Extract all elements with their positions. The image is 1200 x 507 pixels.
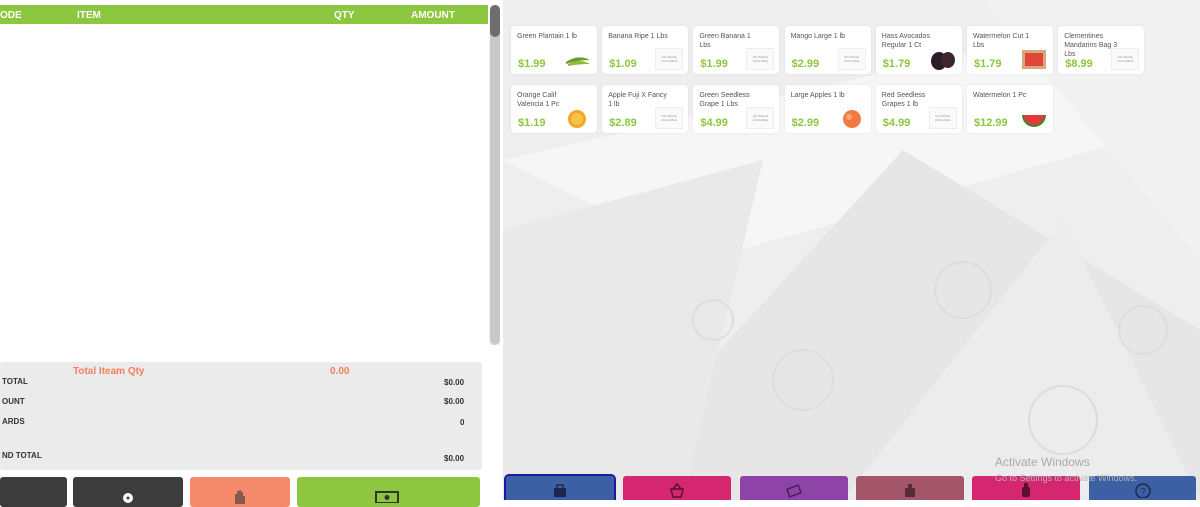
product-price: $1.79 bbox=[974, 58, 1002, 70]
product-name: Mango Large 1 lb bbox=[790, 33, 846, 40]
svg-text:?: ? bbox=[1140, 487, 1145, 497]
product-price: $2.99 bbox=[791, 117, 820, 129]
subtotal-value: $0.00 bbox=[444, 378, 465, 387]
scale-icon bbox=[902, 482, 918, 500]
hold-button[interactable] bbox=[190, 477, 290, 507]
activate-windows-subtitle: Go to Settings to activate Windows. bbox=[995, 473, 1138, 483]
product-card[interactable]: Hass Avocados Regular 1 Ct $1.79 bbox=[875, 26, 962, 74]
background-pattern bbox=[503, 0, 1200, 500]
product-price: $4.99 bbox=[882, 117, 911, 129]
product-card[interactable]: Clementines Mandarins Bag 3 Lbs $8.99 NO I… bbox=[1058, 26, 1145, 74]
col-amount: AMOUNT bbox=[411, 10, 455, 21]
product-price: $1.79 bbox=[882, 58, 911, 70]
product-card[interactable]: Green Seedless Grape 1 Lbs $4.99 NO IMAGE … bbox=[693, 85, 780, 133]
product-card[interactable]: Banana Ripe 1 Lbs $1.09 NO IMAGE AVAILABLE bbox=[602, 26, 689, 74]
product-price: $1.19 bbox=[518, 117, 546, 129]
discount-value: $0.00 bbox=[444, 397, 465, 406]
product-price: $2.89 bbox=[609, 117, 637, 129]
product-image bbox=[564, 48, 592, 70]
product-panel: Green Plantain 1 lb $1.99 Banana Ripe 1 Lb… bbox=[503, 0, 1200, 500]
product-price: $12.99 bbox=[974, 117, 1008, 129]
cards-value: 0 bbox=[460, 418, 465, 427]
order-list bbox=[0, 24, 488, 360]
product-image bbox=[838, 107, 866, 129]
col-item: ITEM bbox=[77, 10, 101, 21]
no-image-placeholder: NO IMAGE AVAILABLE bbox=[1111, 48, 1140, 70]
activate-windows-title: Activate Windows bbox=[995, 455, 1090, 469]
product-name: Green Plantain 1 lb bbox=[517, 33, 577, 40]
scrollbar-thumb[interactable] bbox=[490, 5, 500, 37]
product-price: $1.99 bbox=[518, 58, 546, 70]
tag-button[interactable] bbox=[73, 477, 183, 507]
product-price: $1.99 bbox=[700, 58, 728, 70]
product-name: Watermelon 1 Pc bbox=[973, 92, 1027, 99]
coupon-nav-button[interactable] bbox=[740, 476, 848, 500]
bag-nav-button[interactable] bbox=[504, 474, 616, 500]
product-card[interactable]: Mango Large 1 lb $2.99 NO IMAGE AVAILABLE bbox=[784, 26, 871, 74]
subtotal-label: TOTAL bbox=[2, 377, 28, 386]
grand-total-value: $0.00 bbox=[444, 454, 465, 463]
product-image bbox=[929, 48, 957, 70]
product-image bbox=[1020, 48, 1048, 70]
scrollbar[interactable] bbox=[490, 5, 500, 345]
dark-button[interactable] bbox=[0, 477, 67, 507]
pay-button[interactable] bbox=[297, 477, 480, 507]
product-image bbox=[1020, 107, 1048, 129]
product-price: $2.99 bbox=[791, 58, 820, 70]
product-card[interactable]: Watermelon Cut 1 Lbs $1.79 bbox=[967, 26, 1053, 74]
no-image-placeholder: NO IMAGE AVAILABLE bbox=[746, 107, 775, 129]
order-panel: ODE ITEM QTY AMOUNT Total Iteam Qty 0.00… bbox=[0, 0, 503, 507]
product-card[interactable]: Red Seedless Grapes 1 lb $4.99 NO IMAGE AV… bbox=[875, 85, 962, 133]
no-image-placeholder: NO IMAGE AVAILABLE bbox=[837, 48, 866, 70]
product-price: $8.99 bbox=[1065, 58, 1093, 70]
no-image-placeholder: NO IMAGE AVAILABLE bbox=[928, 107, 957, 129]
discount-label: OUNT bbox=[2, 397, 25, 406]
help-icon: ? bbox=[1135, 482, 1151, 500]
product-card[interactable]: Green Plantain 1 lb $1.99 bbox=[511, 26, 597, 74]
product-card[interactable]: Apple Fuji X Fancy 1 lb $2.89 NO IMAGE AVA… bbox=[602, 85, 689, 133]
product-card[interactable]: Green Banana 1 Lbs $1.99 NO IMAGE AVAILABL… bbox=[693, 26, 780, 74]
scale-nav-button[interactable] bbox=[856, 476, 964, 500]
totals-box: Total Iteam Qty 0.00 TOTAL $0.00 OUNT $0… bbox=[0, 362, 482, 470]
tag-icon bbox=[123, 493, 133, 503]
basket-icon bbox=[669, 482, 685, 500]
product-card[interactable]: Orange Calif Valencia 1 Pc $1.19 bbox=[511, 85, 597, 133]
no-image-placeholder: NO IMAGE AVAILABLE bbox=[655, 48, 684, 70]
order-table-header: ODE ITEM QTY AMOUNT bbox=[0, 5, 488, 24]
bottle-icon bbox=[1018, 482, 1034, 500]
total-item-qty-label: Total Iteam Qty bbox=[73, 366, 145, 377]
no-image-placeholder: NO IMAGE AVAILABLE bbox=[655, 107, 684, 129]
bag-icon bbox=[552, 482, 568, 500]
coupon-icon bbox=[786, 482, 802, 500]
hold-hand-icon bbox=[235, 490, 245, 504]
product-name: Banana Ripe 1 Lbs bbox=[608, 33, 668, 40]
grand-total-label: ND TOTAL bbox=[2, 451, 42, 460]
product-name: Large Apples 1 lb bbox=[790, 92, 845, 99]
no-image-placeholder: NO IMAGE AVAILABLE bbox=[746, 48, 775, 70]
product-card[interactable]: Watermelon 1 Pc $12.99 bbox=[967, 85, 1053, 133]
col-qty: QTY bbox=[334, 10, 355, 21]
cards-label: ARDS bbox=[2, 417, 25, 426]
product-price: $1.09 bbox=[609, 58, 637, 70]
product-price: $4.99 bbox=[700, 117, 728, 129]
cash-icon bbox=[375, 491, 399, 503]
col-code: ODE bbox=[0, 10, 22, 21]
product-card[interactable]: Large Apples 1 lb $2.99 bbox=[784, 85, 871, 133]
basket-nav-button[interactable] bbox=[623, 476, 731, 500]
product-image bbox=[564, 107, 592, 129]
total-item-qty-value: 0.00 bbox=[330, 366, 350, 377]
